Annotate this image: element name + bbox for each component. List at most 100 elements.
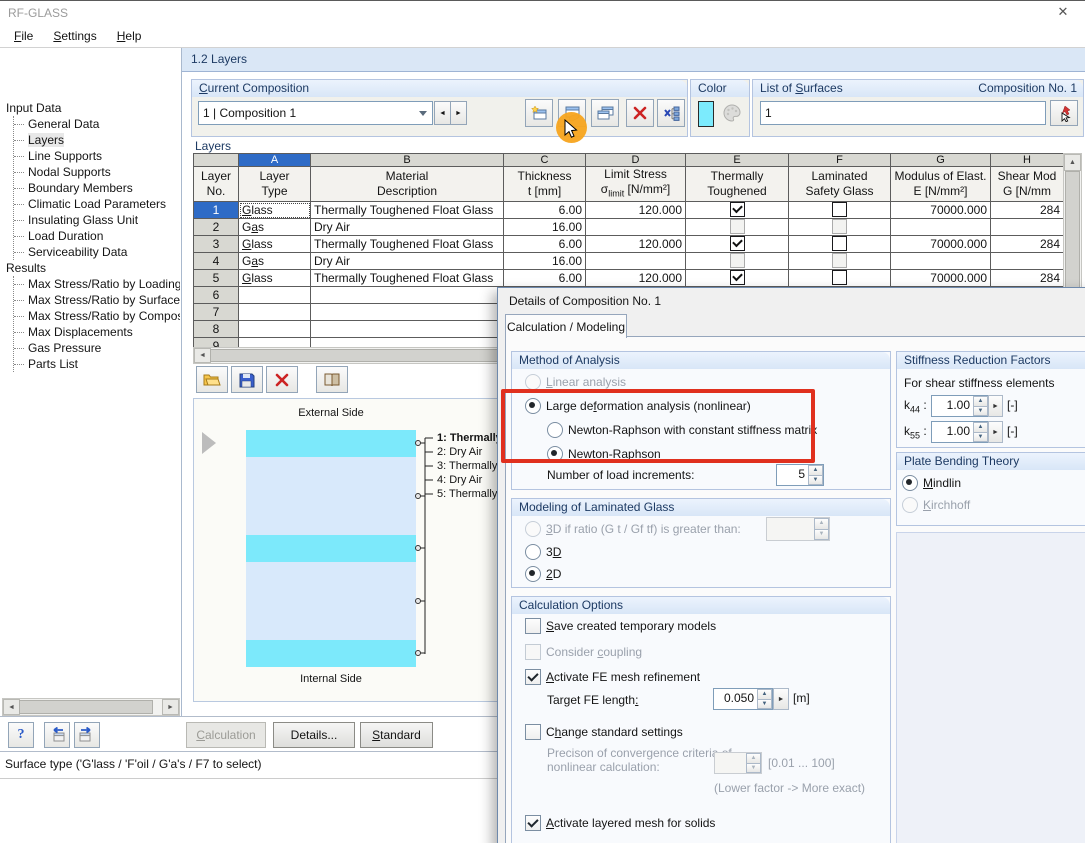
open-composition-button[interactable] — [196, 366, 228, 393]
checkbox[interactable] — [832, 219, 847, 235]
tree-item-parts-list[interactable]: Parts List — [14, 356, 180, 372]
cell-modulus[interactable]: 70000.000 — [890, 201, 991, 220]
cell-laminated[interactable] — [788, 218, 891, 237]
spinner-buttons[interactable]: ▲ ▼ — [973, 396, 988, 416]
checkbox[interactable] — [729, 202, 745, 218]
mindlin-radio[interactable]: Mindlin — [902, 475, 961, 491]
linear-analysis-radio[interactable]: Linear analysis — [525, 374, 626, 390]
row-number[interactable]: 4 — [193, 252, 239, 271]
spinner-buttons[interactable]: ▲ ▼ — [973, 422, 988, 442]
cell-shear[interactable]: 284 — [990, 201, 1064, 220]
cell-material[interactable]: Thermally Toughened Float Glass — [310, 201, 504, 220]
chevron-down-icon[interactable] — [414, 110, 432, 116]
cell-shear[interactable] — [990, 218, 1064, 237]
column-letter-h[interactable]: H — [990, 153, 1064, 167]
cell-laminated[interactable] — [788, 252, 891, 271]
fe-mesh-refinement-checkbox[interactable]: Activate FE mesh refinement — [525, 669, 700, 685]
cell-thermally[interactable] — [685, 269, 789, 288]
row-number[interactable]: 1 — [193, 201, 239, 220]
row-number[interactable]: 6 — [193, 286, 239, 305]
copy-composition-button[interactable] — [591, 99, 619, 127]
cell-layer-type[interactable]: Glass — [238, 235, 311, 254]
radio-icon[interactable] — [525, 521, 541, 537]
tab-calculation-modeling[interactable]: Calculation / Modeling — [505, 314, 627, 338]
previous-composition-button[interactable]: ◄ — [434, 101, 451, 125]
cell-thermally[interactable] — [685, 201, 789, 220]
cell-shear[interactable] — [990, 252, 1064, 271]
checkbox-icon[interactable] — [525, 618, 541, 634]
tree-item-max-stress-by-composition[interactable]: Max Stress/Ratio by Compositio — [14, 308, 180, 324]
newton-raphson-constant-radio[interactable]: Newton-Raphson with constant stiffness m… — [547, 422, 817, 438]
radio-icon[interactable] — [547, 446, 563, 462]
checkbox[interactable] — [832, 236, 847, 252]
k55-stepper[interactable]: 1.00 ▲ ▼ — [931, 421, 989, 443]
scroll-left-icon[interactable]: ◄ — [3, 699, 20, 715]
cell-modulus[interactable] — [890, 218, 991, 237]
cell-modulus[interactable] — [890, 252, 991, 271]
radio-icon[interactable] — [525, 398, 541, 414]
cell-thickness[interactable]: 6.00 — [503, 201, 586, 220]
spinner-buttons[interactable]: ▲ ▼ — [808, 465, 823, 485]
cell-thickness[interactable]: 16.00 — [503, 218, 586, 237]
tree-item-boundary-members[interactable]: Boundary Members — [14, 180, 180, 196]
radio-2d[interactable]: 2D — [525, 566, 561, 582]
tree-item-line-supports[interactable]: Line Supports — [14, 148, 180, 164]
save-temporary-models-checkbox[interactable]: Save created temporary models — [525, 618, 716, 634]
surfaces-input[interactable]: 1 — [760, 101, 1046, 125]
cell-laminated[interactable] — [788, 235, 891, 254]
tree-item-gas-pressure[interactable]: Gas Pressure — [14, 340, 180, 356]
cell-layer-type[interactable] — [238, 286, 311, 305]
cell-thermally[interactable] — [685, 252, 789, 271]
menu-settings[interactable]: Settings — [43, 26, 106, 47]
checkbox[interactable] — [729, 219, 745, 235]
cell-thickness[interactable]: 6.00 — [503, 235, 586, 254]
checkbox-icon[interactable] — [525, 815, 541, 831]
cell-layer-type[interactable]: Glass — [238, 201, 311, 220]
cell-material[interactable]: Thermally Toughened Float Glass — [310, 269, 504, 288]
radio-icon[interactable] — [525, 566, 541, 582]
scroll-up-icon[interactable]: ▲ — [1064, 154, 1081, 171]
cell-modulus[interactable]: 70000.000 — [890, 269, 991, 288]
cell-shear[interactable]: 284 — [990, 235, 1064, 254]
menu-file[interactable]: File — [4, 26, 43, 47]
cell-limit-stress[interactable] — [585, 218, 686, 237]
column-letter-d[interactable]: D — [585, 153, 686, 167]
composition-color-swatch[interactable] — [698, 101, 714, 127]
checkbox[interactable] — [832, 270, 847, 286]
checkbox[interactable] — [729, 236, 745, 252]
radio-3d[interactable]: 3D — [525, 544, 561, 560]
tree-item-serviceability-data[interactable]: Serviceability Data — [14, 244, 180, 260]
next-composition-button[interactable]: ► — [450, 101, 467, 125]
corner-cell[interactable] — [193, 153, 239, 167]
column-letter-a[interactable]: A — [238, 153, 311, 167]
k44-stepper[interactable]: 1.00 ▲ ▼ — [931, 395, 989, 417]
tree-item-max-displacements[interactable]: Max Displacements — [14, 324, 180, 340]
ratio-threshold-stepper[interactable]: ▲ ▼ — [766, 517, 830, 541]
save-composition-button[interactable] — [231, 366, 263, 393]
change-standard-settings-checkbox[interactable]: Change standard settings — [525, 724, 683, 740]
cell-limit-stress[interactable]: 120.000 — [585, 201, 686, 220]
cell-layer-type[interactable]: Glass — [238, 269, 311, 288]
target-fe-length-popup-button[interactable]: ► — [773, 688, 789, 710]
row-number[interactable]: 8 — [193, 320, 239, 339]
tree-item-general-data[interactable]: General Data — [14, 116, 180, 132]
tree-item-climatic-load-parameters[interactable]: Climatic Load Parameters — [14, 196, 180, 212]
cell-modulus[interactable]: 70000.000 — [890, 235, 991, 254]
menu-help[interactable]: Help — [107, 26, 152, 47]
k55-popup-button[interactable]: ► — [988, 421, 1003, 443]
next-table-button[interactable] — [74, 722, 100, 748]
cell-material[interactable]: Dry Air — [310, 252, 504, 271]
tree-root-input-data[interactable]: Input Data — [0, 100, 180, 116]
tree-item-insulating-glass-unit[interactable]: Insulating Glass Unit — [14, 212, 180, 228]
help-button[interactable]: ? — [8, 722, 34, 748]
cell-material[interactable]: Dry Air — [310, 218, 504, 237]
cell-thickness[interactable]: 6.00 — [503, 269, 586, 288]
column-letter-f[interactable]: F — [788, 153, 891, 167]
row-number[interactable]: 3 — [193, 235, 239, 254]
cell-layer-type[interactable]: Gas — [238, 218, 311, 237]
checkbox-icon[interactable] — [525, 644, 541, 660]
material-library-button[interactable] — [316, 366, 348, 393]
cell-limit-stress[interactable]: 120.000 — [585, 235, 686, 254]
row-number[interactable]: 7 — [193, 303, 239, 322]
navigator-hscrollbar[interactable]: ◄ ► — [2, 698, 180, 716]
